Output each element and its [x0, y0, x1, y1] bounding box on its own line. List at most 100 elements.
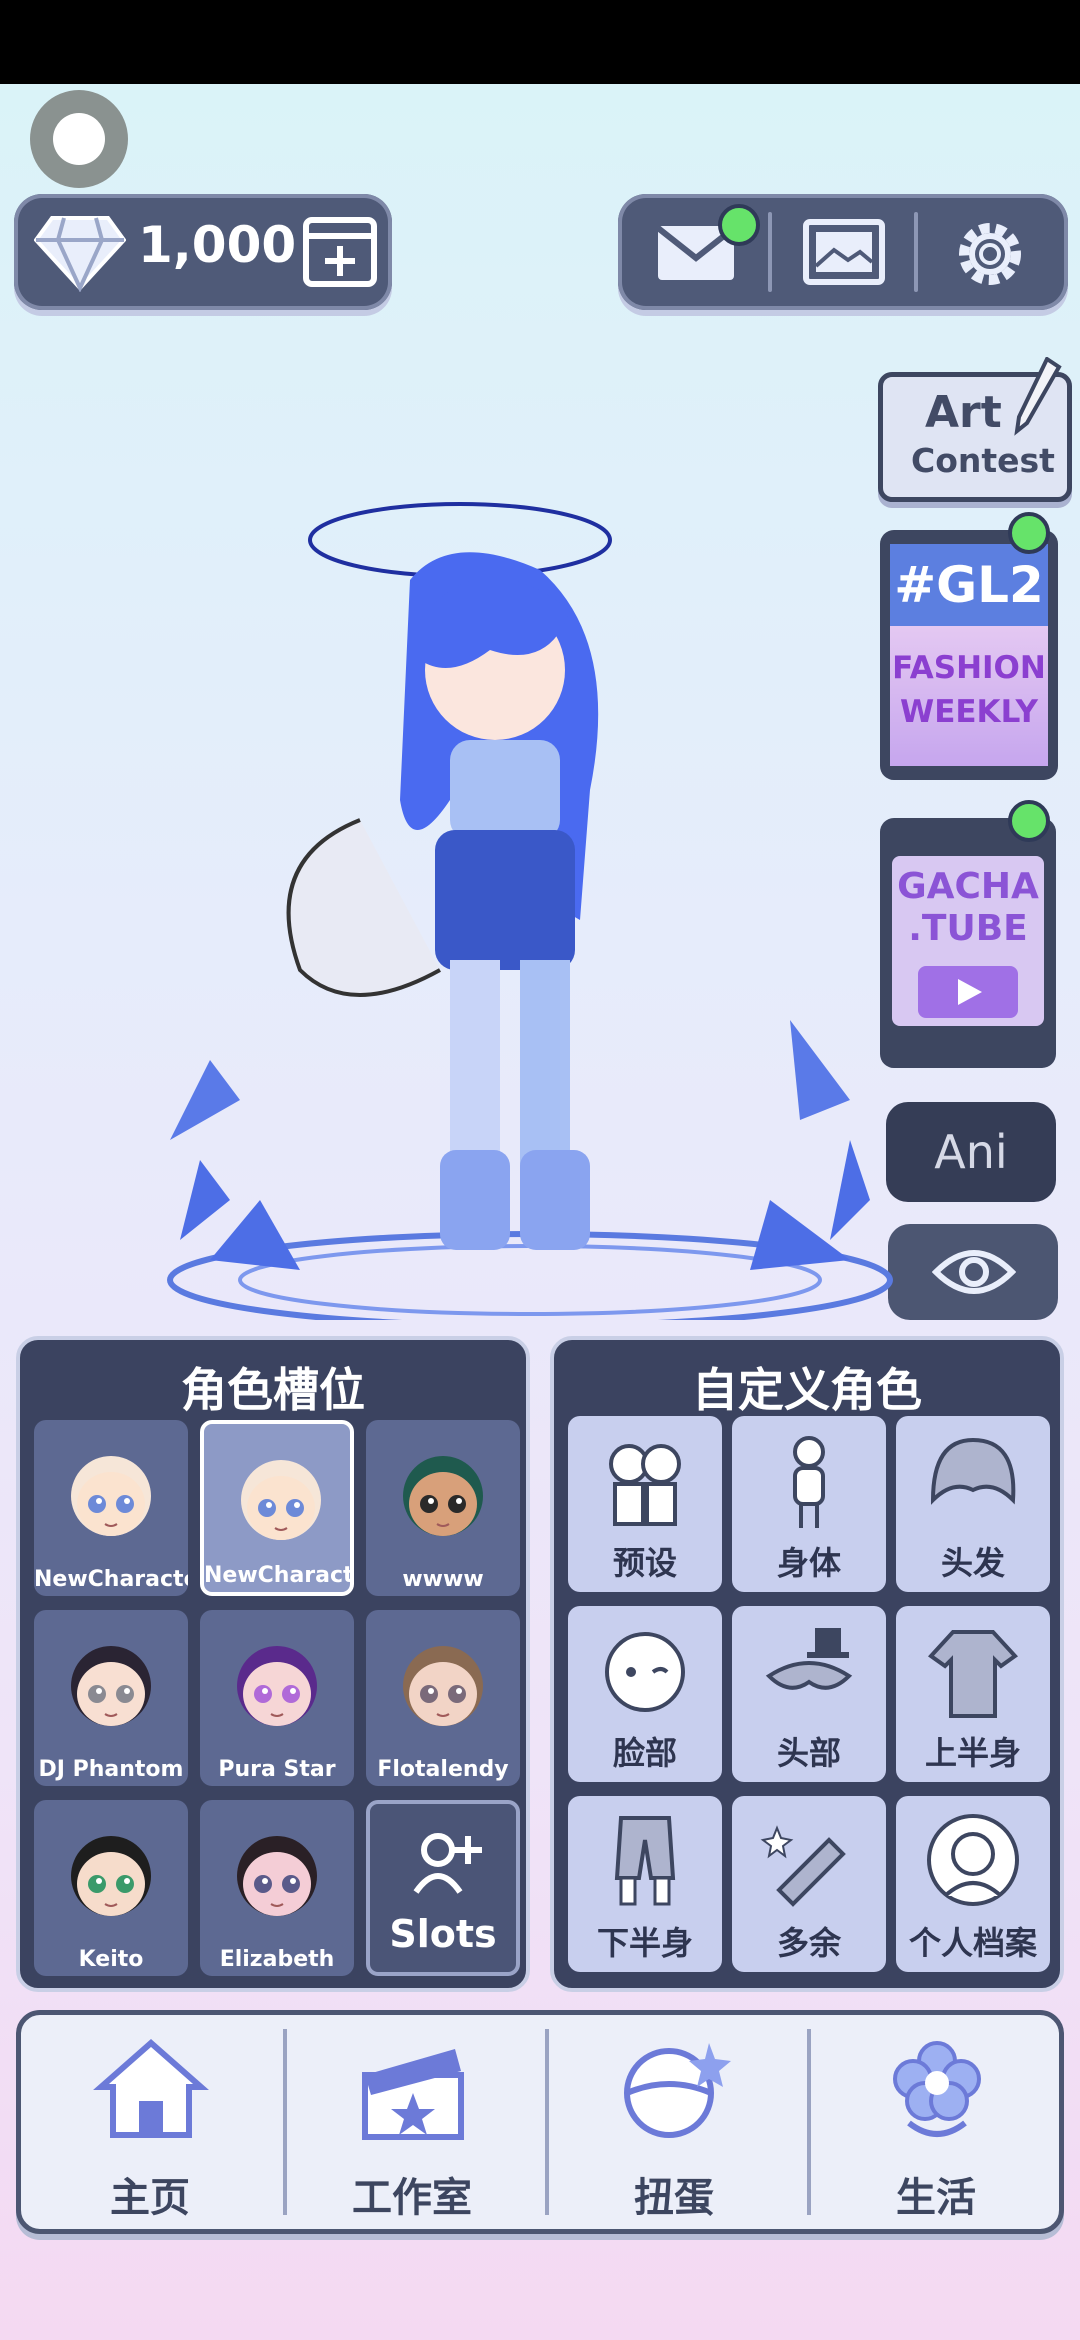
nav-home-label: 主页 — [110, 2175, 190, 2221]
gachatube-line1: GACHA — [897, 866, 1039, 907]
pencil-icon — [1014, 357, 1062, 436]
customize-extra[interactable]: 多余 — [732, 1796, 886, 1972]
customize-head-accessory[interactable]: 头部 — [732, 1606, 886, 1782]
nav-gacha[interactable]: 扭蛋 — [545, 2015, 803, 2229]
character-slot-name: Keito — [78, 1947, 144, 1972]
character-slot-name: Pura Star — [218, 1757, 336, 1782]
head-accessory-icon — [765, 1628, 853, 1690]
character-avatar — [403, 1456, 483, 1536]
character-preview[interactable] — [150, 500, 910, 1320]
hair-icon — [930, 1437, 1016, 1505]
nav-home[interactable]: 主页 — [21, 2015, 279, 2229]
character-slot[interactable]: Keito — [34, 1800, 188, 1976]
nav-life-label: 生活 — [896, 2175, 976, 2221]
character-avatar — [403, 1646, 483, 1726]
circle-icon — [53, 113, 105, 165]
flower-icon — [893, 2041, 981, 2137]
hide-ui-button[interactable] — [888, 1224, 1058, 1320]
bottom-navigation: 主页 工作室 扭蛋 生活 — [16, 2010, 1064, 2234]
customize-label: 头部 — [776, 1734, 841, 1772]
character-slot[interactable]: NewCharacter — [34, 1420, 188, 1596]
nav-gacha-label: 扭蛋 — [634, 2175, 714, 2221]
customize-label: 脸部 — [612, 1734, 677, 1772]
image-gallery-icon[interactable] — [802, 216, 886, 288]
character-avatar — [71, 1646, 151, 1726]
bottom-clothing-icon — [614, 1816, 676, 1906]
art-contest-button[interactable]: Art Contest — [878, 357, 1072, 502]
nav-studio-label: 工作室 — [352, 2175, 472, 2221]
customize-label: 头发 — [940, 1544, 1005, 1582]
customize-label: 个人档案 — [908, 1924, 1037, 1962]
customize-label: 预设 — [612, 1544, 677, 1582]
character-slot[interactable]: Pura Star — [200, 1610, 354, 1786]
character-slot[interactable]: wwww — [366, 1420, 520, 1596]
gachatube-notification-dot — [1008, 800, 1050, 842]
character-slot-name: DJ Phantom — [38, 1757, 184, 1782]
character-avatar — [241, 1460, 321, 1540]
customize-label: 下半身 — [596, 1924, 693, 1962]
customize-label: 上半身 — [924, 1734, 1021, 1772]
character-avatar — [237, 1646, 317, 1726]
face-icon — [605, 1632, 685, 1712]
play-icon — [918, 966, 1018, 1018]
gl2-subtitle: FASHION WEEKLY — [890, 626, 1048, 766]
gl2-line-fashion: FASHION — [892, 650, 1046, 686]
character-slot-name: NewCharacte — [204, 1563, 350, 1588]
customize-face[interactable]: 脸部 — [568, 1606, 722, 1782]
customize-preset[interactable]: 预设 — [568, 1416, 722, 1592]
preset-icon — [609, 1444, 681, 1526]
gacha-capsule-icon — [624, 2043, 731, 2138]
house-icon — [93, 2039, 209, 2138]
clapperboard-icon — [362, 2049, 464, 2140]
status-bar — [0, 0, 1080, 84]
currency-bar: 1,000 — [14, 194, 392, 310]
top-clothing-icon — [927, 1630, 1019, 1718]
customize-profile[interactable]: 个人档案 — [896, 1796, 1050, 1972]
character-avatar — [71, 1836, 151, 1916]
character-slot[interactable]: Flotalendy — [366, 1610, 520, 1786]
gem-count: 1,000 — [138, 216, 297, 274]
customize-hair[interactable]: 头发 — [896, 1416, 1050, 1592]
eye-icon — [932, 1250, 1016, 1294]
divider — [768, 212, 772, 292]
character-slot-name: Flotalendy — [377, 1757, 509, 1782]
customize-title: 自定义角色 — [692, 1363, 922, 1417]
character-avatar — [71, 1456, 151, 1536]
character-avatar — [237, 1836, 317, 1916]
gear-icon[interactable] — [952, 216, 1028, 292]
art-contest-line2: Contest — [911, 441, 1055, 480]
customize-label: 多余 — [776, 1924, 841, 1962]
add-user-icon — [413, 1833, 482, 1894]
extra-icon — [760, 1825, 846, 1907]
top-right-toolbar — [618, 194, 1068, 310]
character-slot-name: NewCharacter — [34, 1567, 188, 1592]
gl2-line-weekly: WEEKLY — [900, 694, 1038, 730]
customize-bottom-clothing[interactable]: 下半身 — [568, 1796, 722, 1972]
character-slot[interactable]: Elizabeth — [200, 1800, 354, 1976]
character-slot[interactable]: DJ Phantom — [34, 1610, 188, 1786]
gl2-tag: #GL2 — [890, 544, 1048, 626]
customize-body[interactable]: 身体 — [732, 1416, 886, 1592]
character-slots-panel: 角色槽位 NewCharacter NewCharacte wwww DJ Phant… — [16, 1336, 530, 1992]
customize-top-clothing[interactable]: 上半身 — [896, 1606, 1050, 1782]
add-slots-label: Slots — [389, 1912, 497, 1956]
customize-label: 身体 — [776, 1544, 841, 1582]
profile-icon — [927, 1814, 1019, 1906]
mail-notification-dot — [718, 204, 760, 246]
body-icon — [793, 1436, 825, 1528]
gl2-notification-dot — [1008, 512, 1050, 554]
nav-studio[interactable]: 工作室 — [283, 2015, 541, 2229]
character-slot[interactable]: NewCharacte — [200, 1420, 354, 1596]
animation-toggle-button[interactable]: Ani — [886, 1102, 1056, 1202]
character-slot-name: wwww — [402, 1567, 484, 1592]
art-contest-line1: Art — [925, 387, 1002, 438]
nav-life[interactable]: 生活 — [807, 2015, 1065, 2229]
add-slots-button[interactable]: Slots — [366, 1800, 520, 1976]
gachatube-line2: .TUBE — [908, 908, 1028, 949]
slots-title: 角色槽位 — [181, 1363, 365, 1417]
floating-menu-button[interactable] — [30, 90, 128, 188]
customize-character-panel: 自定义角色 预设 身体 头发脸部 头部 上半身下半身 多余 个人档案 — [550, 1336, 1064, 1992]
watch-ad-add-gems-icon[interactable] — [302, 214, 378, 290]
diamond-icon — [34, 216, 126, 292]
divider — [914, 212, 918, 292]
